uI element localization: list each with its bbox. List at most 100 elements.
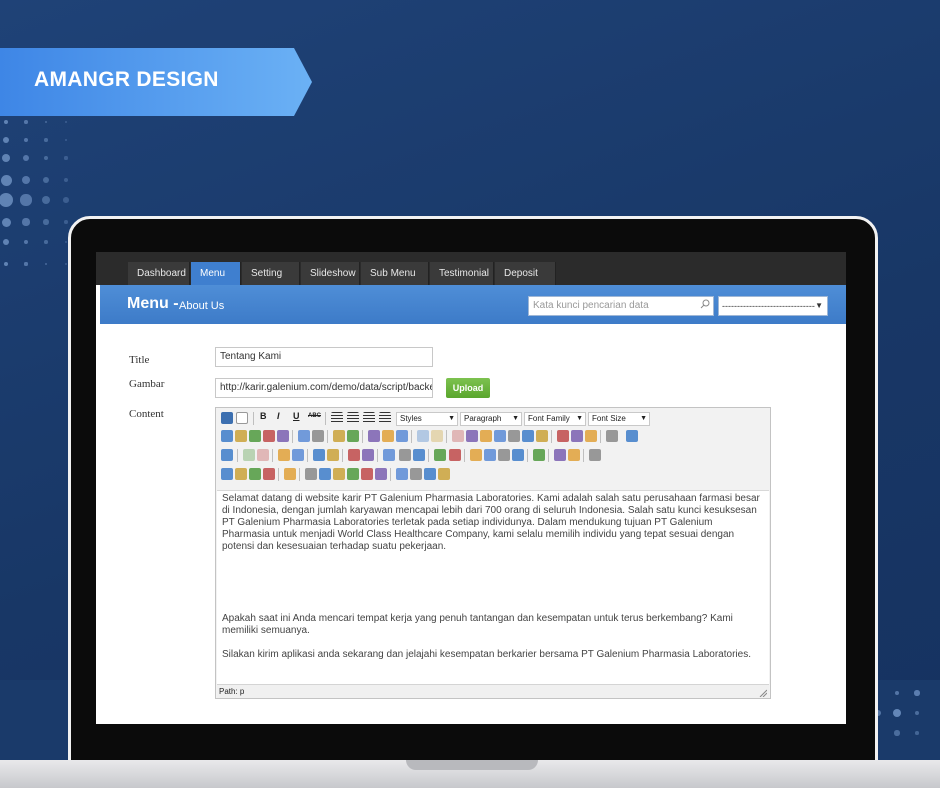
strikethrough-button[interactable]: ABC [308, 413, 321, 419]
copy-icon[interactable] [235, 430, 247, 442]
indent-icon[interactable] [382, 430, 394, 442]
find-icon[interactable] [298, 430, 310, 442]
align-justify-icon[interactable] [379, 412, 391, 424]
outdent-icon[interactable] [368, 430, 380, 442]
cell-props-icon[interactable] [243, 449, 255, 461]
search-input[interactable]: Kata kunci pencarian data [528, 296, 714, 316]
cite-icon[interactable] [305, 468, 317, 480]
styleprops-icon[interactable] [284, 468, 296, 480]
ins-icon[interactable] [361, 468, 373, 480]
fullscreen-icon[interactable] [589, 449, 601, 461]
del-icon[interactable] [347, 468, 359, 480]
insert-col-icon[interactable] [313, 449, 325, 461]
help-icon[interactable] [522, 430, 534, 442]
subscript-icon[interactable] [434, 449, 446, 461]
paste-icon[interactable] [249, 430, 261, 442]
media-icon[interactable] [498, 449, 510, 461]
italic-button[interactable]: I [277, 411, 280, 421]
rtl-icon[interactable] [568, 449, 580, 461]
hr-icon[interactable] [383, 449, 395, 461]
nav-deposit[interactable]: Deposit▼ [495, 262, 556, 301]
upload-button[interactable]: Upload [446, 378, 490, 398]
save-icon[interactable] [221, 412, 233, 424]
split-icon[interactable] [362, 449, 374, 461]
merge-icon[interactable] [348, 449, 360, 461]
align-right-icon[interactable] [363, 412, 375, 424]
replace-icon[interactable] [312, 430, 324, 442]
row-props-icon[interactable] [257, 449, 269, 461]
attribs-icon[interactable] [375, 468, 387, 480]
font-size-dropdown[interactable]: Font Size ▼ [588, 412, 650, 426]
toolbar-separator [278, 468, 279, 481]
smiley-icon[interactable] [571, 430, 583, 442]
title-input[interactable]: Tentang Kami [215, 347, 433, 367]
font-family-dropdown[interactable]: Font Family ▼ [524, 412, 586, 426]
numbering-icon[interactable] [347, 430, 359, 442]
bold-button[interactable]: B [260, 411, 267, 421]
visual-chars-icon[interactable] [410, 468, 422, 480]
nav-submenu[interactable]: Sub Menu▼ [361, 262, 429, 301]
editor-content-area[interactable]: Selamat datang di website karir PT Galen… [217, 490, 769, 684]
ltr-icon[interactable] [554, 449, 566, 461]
cleanup-icon[interactable] [508, 430, 520, 442]
pagebreak-icon[interactable] [438, 468, 450, 480]
text-color-icon[interactable] [606, 430, 618, 442]
table-icon[interactable] [557, 430, 569, 442]
paste-text-icon[interactable] [263, 430, 275, 442]
absolute-icon[interactable] [263, 468, 275, 480]
paste-word-icon[interactable] [277, 430, 289, 442]
nav-menu-label: Menu [200, 268, 226, 279]
insert-row-icon[interactable] [278, 449, 290, 461]
content-paragraph: Silakan kirim aplikasi anda sekarang dan… [222, 649, 751, 660]
filter-select[interactable]: ------------------------------- ▼ [718, 296, 828, 316]
decorative-dot [24, 262, 28, 266]
unlink-icon[interactable] [452, 430, 464, 442]
superscript-icon[interactable] [449, 449, 461, 461]
image-url-input[interactable]: http://karir.galenium.com/demo/data/scri… [215, 378, 433, 398]
new-document-icon[interactable] [236, 412, 248, 424]
template-icon[interactable] [424, 468, 436, 480]
nav-slideshow[interactable]: Slideshow [301, 262, 360, 285]
move-forward-icon[interactable] [235, 468, 247, 480]
move-backward-icon[interactable] [249, 468, 261, 480]
bullets-icon[interactable] [333, 430, 345, 442]
hr-advanced-icon[interactable] [512, 449, 524, 461]
delete-col-icon[interactable] [327, 449, 339, 461]
paragraph-dropdown[interactable]: Paragraph ▼ [460, 412, 522, 426]
abbr-icon[interactable] [319, 468, 331, 480]
nav-dashboard[interactable]: Dashboard [128, 262, 190, 285]
layer-icon[interactable] [221, 468, 233, 480]
search-icon[interactable] [700, 299, 710, 309]
align-center-icon[interactable] [347, 412, 359, 424]
nav-submenu-label: Sub Menu [370, 268, 416, 279]
nav-setting[interactable]: Setting▼ [242, 262, 300, 301]
emoji-icon[interactable] [484, 449, 496, 461]
pilcrow-icon[interactable] [396, 468, 408, 480]
anchor-icon[interactable] [480, 430, 492, 442]
nav-menu[interactable]: Menu▼ [191, 262, 241, 301]
resize-grip-icon[interactable] [759, 689, 767, 697]
image-icon[interactable] [494, 430, 506, 442]
undo-icon[interactable] [417, 430, 429, 442]
eraser-icon[interactable] [399, 449, 411, 461]
cut-icon[interactable] [221, 430, 233, 442]
styles-dropdown[interactable]: Styles ▼ [396, 412, 458, 426]
align-left-icon[interactable] [331, 412, 343, 424]
edit-icon[interactable] [221, 449, 233, 461]
redo-icon[interactable] [431, 430, 443, 442]
decorative-dot [43, 219, 49, 225]
highlight-icon[interactable] [626, 430, 638, 442]
title-input-value: Tentang Kami [220, 351, 282, 362]
toolbar-separator [325, 412, 326, 425]
blockquote-icon[interactable] [396, 430, 408, 442]
html-icon[interactable] [536, 430, 548, 442]
zoom-icon[interactable] [585, 430, 597, 442]
delete-row-icon[interactable] [292, 449, 304, 461]
link-icon[interactable] [466, 430, 478, 442]
nav-testimonial[interactable]: Testimonial [430, 262, 494, 285]
underline-button[interactable]: U [293, 411, 300, 421]
acronym-icon[interactable] [333, 468, 345, 480]
omega-icon[interactable] [470, 449, 482, 461]
visual-aid-icon[interactable] [413, 449, 425, 461]
print-icon[interactable] [533, 449, 545, 461]
